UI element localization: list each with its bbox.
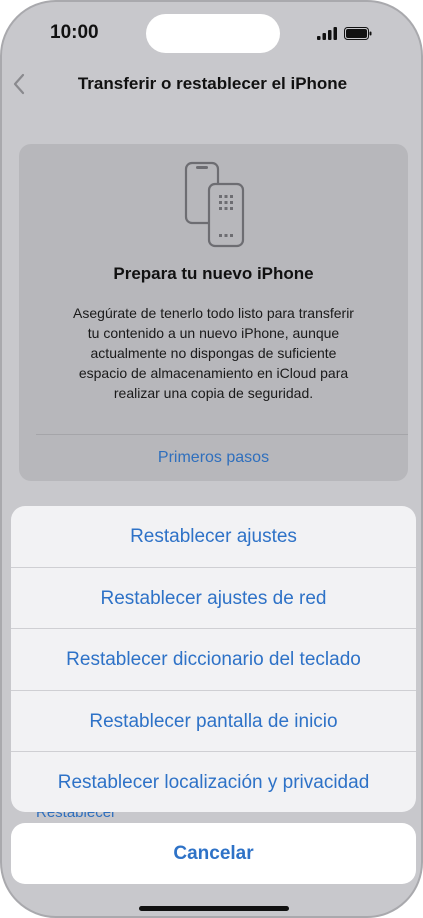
card-description-line: actualmente no dispongas de suficiente [90,345,337,361]
reset-settings-button[interactable]: Restablecer ajustes [11,506,416,567]
cellular-signal-icon [317,27,337,40]
card-description-line: Asegúrate de tenerlo todo listo para tra… [73,305,354,321]
cancel-button[interactable]: Cancelar [11,823,416,884]
card-description: Asegúrate de tenerlo todo listo para tra… [41,303,386,403]
reset-home-screen-button[interactable]: Restablecer pantalla de inicio [11,691,416,752]
reset-keyboard-dictionary-button[interactable]: Restablecer diccionario del teclado [11,629,416,690]
home-indicator[interactable] [139,906,289,911]
phone-screen: 10:00 Transferir o restablecer el iPhone [0,0,423,918]
prepare-new-iphone-card: Prepara tu nuevo iPhone Asegúrate de ten… [19,144,408,481]
phone-transfer-icon [184,161,245,248]
card-description-line: tu contenido a un nuevo iPhone, aunque [87,325,340,341]
dynamic-island [146,14,280,53]
reset-location-privacy-button[interactable]: Restablecer localización y privacidad [11,752,416,812]
card-divider [36,434,408,435]
battery-icon [344,27,372,40]
reset-action-sheet: Restablecer ajustes Restablecer ajustes … [11,506,416,812]
card-description-line: realizar una copia de seguridad. [113,385,314,401]
card-title: Prepara tu nuevo iPhone [113,264,314,283]
get-started-link[interactable]: Primeros pasos [19,449,408,467]
card-description-line: espacio de almacenamiento en iCloud para [78,365,349,381]
page-title: Transferir o restablecer el iPhone [77,74,348,93]
reset-network-settings-button[interactable]: Restablecer ajustes de red [11,568,416,629]
status-time: 10:00 [50,22,99,43]
